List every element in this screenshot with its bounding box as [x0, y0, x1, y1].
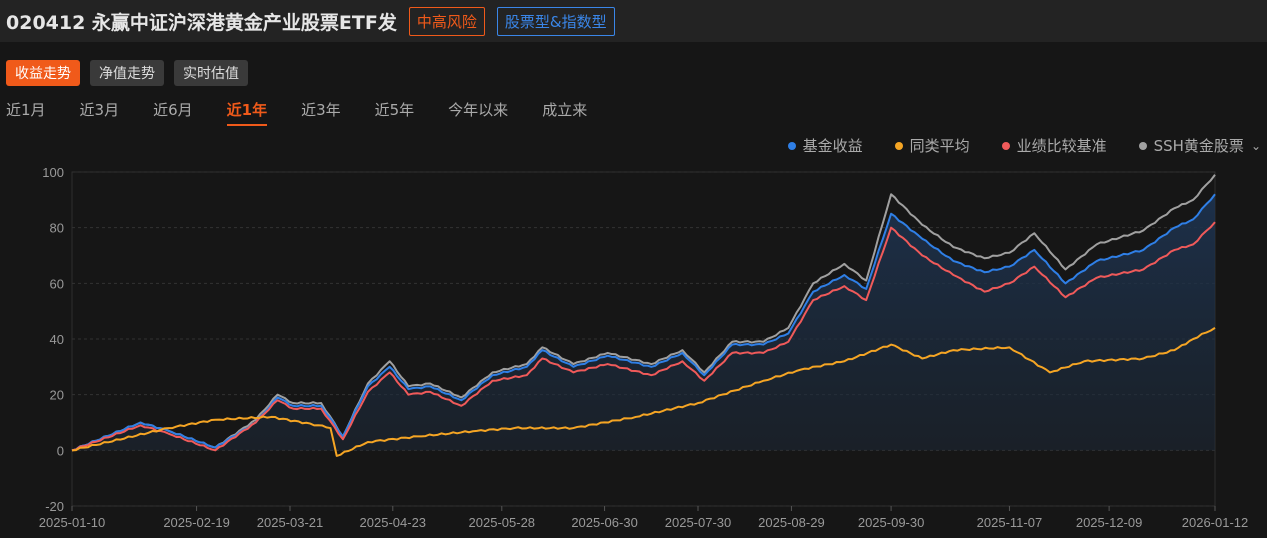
- y-tick-label: 100: [42, 165, 64, 180]
- return-chart: 100 80 60 40 20 0 -202025-01-10 2025-02-19 2025-…: [39, 165, 1249, 530]
- y-tick-label: 20: [50, 388, 64, 403]
- x-tick-label: 2025-11-07: [977, 515, 1043, 530]
- x-tick-label: 2025-07-30: [665, 515, 732, 530]
- y-tick-label: 40: [50, 332, 64, 347]
- x-tick-label: 2025-06-30: [571, 515, 638, 530]
- y-tick-label: 0: [57, 443, 64, 458]
- y-tick-label: 60: [50, 276, 64, 291]
- fund-area-fill: [72, 194, 1215, 451]
- x-tick-label: 2025-08-29: [758, 515, 825, 530]
- x-tick-label: 2025-05-28: [469, 515, 536, 530]
- x-tick-label: 2025-02-19: [163, 515, 230, 530]
- x-tick-label: 2025-03-21: [257, 515, 324, 530]
- x-tick-label: 2025-04-23: [360, 515, 427, 530]
- y-tick-label: 80: [50, 221, 64, 236]
- x-tick-label: 2025-09-30: [858, 515, 925, 530]
- x-tick-label: 2025-01-10: [39, 515, 106, 530]
- x-tick-label: 2026-01-12: [1182, 515, 1249, 530]
- x-tick-label: 2025-12-09: [1076, 515, 1143, 530]
- y-tick-label: -20: [45, 499, 64, 514]
